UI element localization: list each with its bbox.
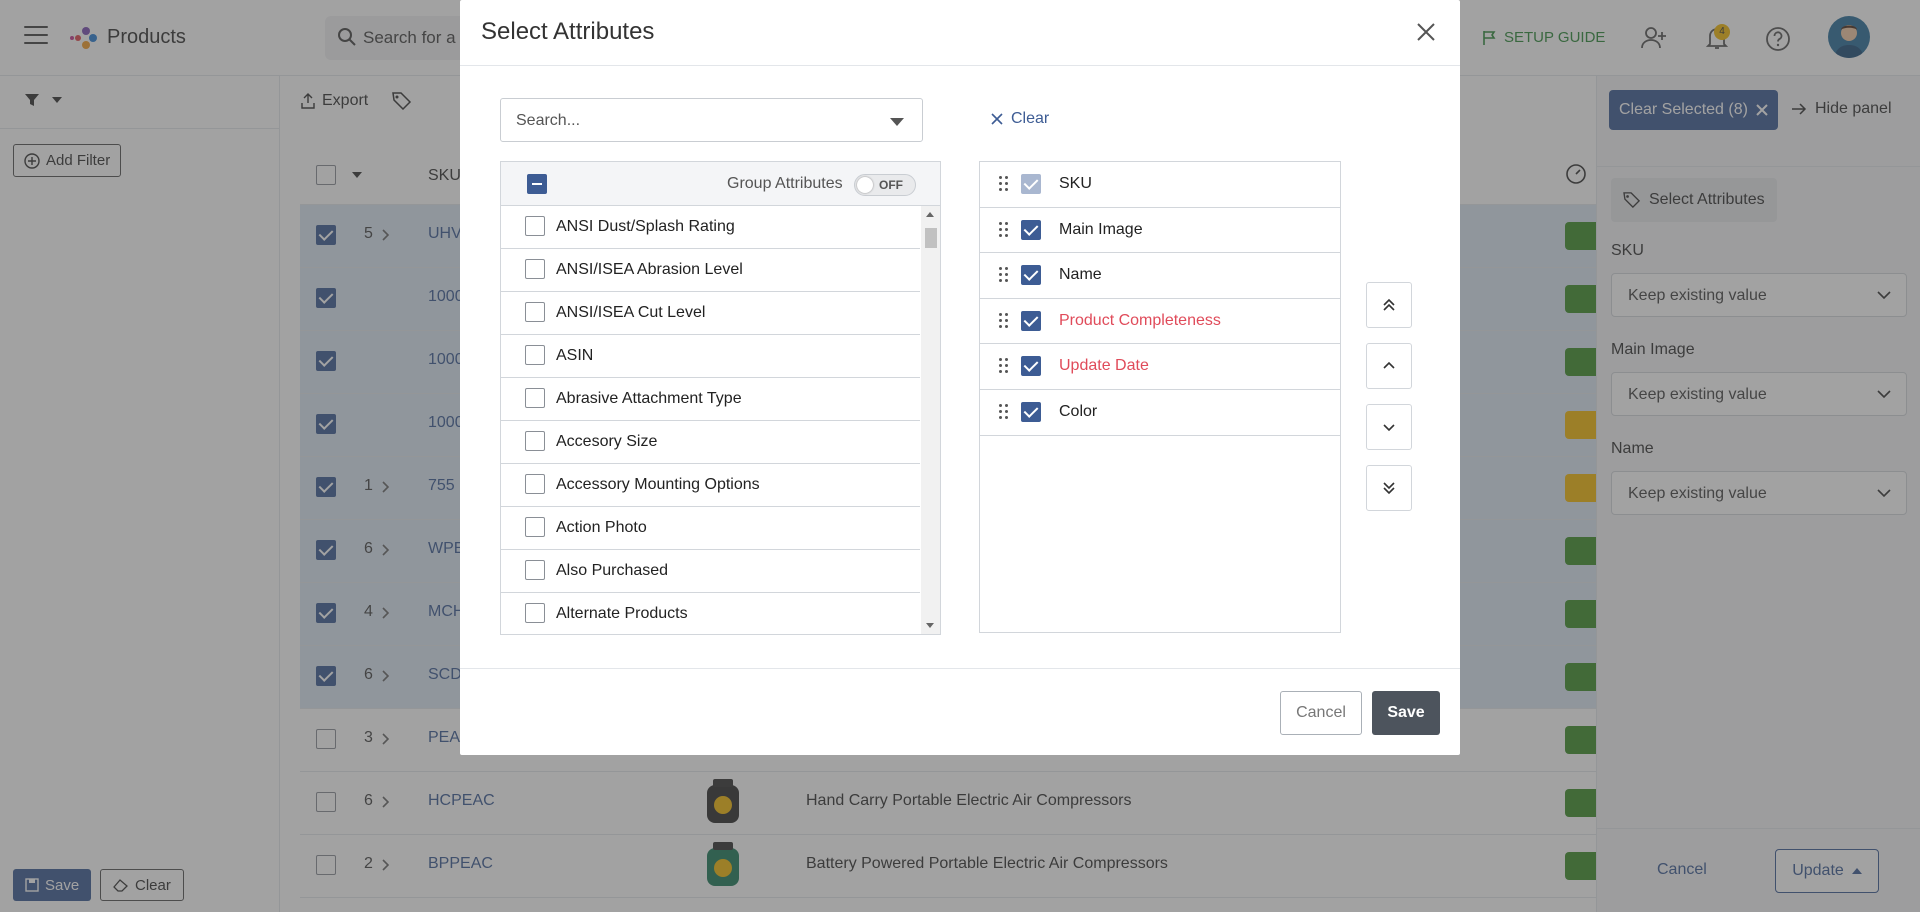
attribute-checkbox[interactable] (525, 560, 545, 580)
double-chevron-down-icon (1383, 482, 1395, 495)
attribute-checkbox[interactable] (525, 302, 545, 322)
attribute-label: Alternate Products (556, 605, 688, 622)
attribute-label: ANSI/ISEA Abrasion Level (556, 261, 743, 278)
scrollbar-thumb[interactable] (925, 228, 937, 248)
available-attribute-item[interactable]: Alternate Products (501, 593, 920, 634)
available-attribute-item[interactable]: Also Purchased (501, 550, 920, 593)
chevron-down-icon (1383, 424, 1395, 432)
attribute-label: Accessory Mounting Options (556, 476, 760, 493)
selected-attribute-checkbox[interactable] (1021, 310, 1041, 331)
select-all-indeterminate-checkbox[interactable] (527, 174, 547, 194)
attribute-search-dropdown[interactable]: Search... (500, 98, 923, 142)
dialog-footer: Cancel Save (460, 668, 1460, 755)
drag-handle-icon[interactable] (999, 221, 1009, 238)
selected-attribute-label: Update Date (1059, 357, 1149, 375)
attribute-checkbox[interactable] (525, 216, 545, 236)
attribute-checkbox[interactable] (525, 431, 545, 451)
available-attribute-item[interactable]: ASIN (501, 335, 920, 378)
attribute-checkbox[interactable] (525, 517, 545, 537)
available-attribute-item[interactable]: ANSI/ISEA Abrasion Level (501, 249, 920, 292)
drag-handle-icon[interactable] (999, 312, 1009, 329)
attribute-label: Also Purchased (556, 562, 669, 579)
attribute-label: ANSI Dust/Splash Rating (556, 218, 735, 235)
attribute-label: Action Photo (556, 519, 647, 536)
selected-attribute-checkbox (1021, 174, 1041, 194)
available-attribute-item[interactable]: Action Photo (501, 507, 920, 550)
move-up-button[interactable] (1366, 343, 1412, 389)
clear-selection-label: Clear (1011, 110, 1050, 127)
attribute-label: ANSI/ISEA Cut Level (556, 304, 706, 321)
dialog-title: Select Attributes (481, 18, 655, 45)
attribute-checkbox[interactable] (525, 603, 545, 623)
attribute-checkbox[interactable] (525, 259, 545, 279)
drag-handle-icon[interactable] (999, 403, 1009, 420)
toggle-state-label: OFF (879, 178, 903, 192)
available-list-header: Group Attributes OFF (501, 162, 940, 206)
available-attributes-list: Group Attributes OFF ANSI Dust/Splash Ra… (500, 161, 941, 635)
move-down-button[interactable] (1366, 404, 1412, 450)
available-attribute-item[interactable]: ANSI Dust/Splash Rating (501, 206, 920, 249)
clear-selection-link[interactable]: Clear (991, 110, 1049, 128)
drag-handle-icon[interactable] (999, 267, 1009, 283)
group-attributes-label: Group Attributes (727, 175, 843, 192)
selected-attribute-label: Color (1059, 402, 1098, 420)
move-to-bottom-button[interactable] (1366, 465, 1412, 511)
selected-attribute-item[interactable]: Main Image (980, 208, 1340, 254)
close-icon (991, 113, 1003, 125)
selected-attribute-item[interactable]: SKU (980, 162, 1340, 208)
available-attribute-item[interactable]: Accessory Mounting Options (501, 464, 920, 507)
selected-attribute-label: SKU (1059, 175, 1092, 192)
attribute-checkbox[interactable] (525, 388, 545, 408)
attribute-search-placeholder: Search... (516, 112, 581, 129)
selected-attribute-label: Name (1059, 266, 1102, 284)
double-chevron-up-icon (1383, 298, 1395, 311)
scrollbar[interactable] (921, 206, 940, 634)
selected-attribute-item[interactable]: Name (980, 253, 1340, 299)
dialog-save-button[interactable]: Save (1372, 691, 1440, 735)
selected-attribute-item[interactable]: Product Completeness (980, 299, 1340, 345)
dialog-header: Select Attributes (460, 0, 1460, 66)
available-attribute-item[interactable]: Abrasive Attachment Type (501, 378, 920, 421)
selected-attributes-list: SKU Main Image Name Product Completeness Upd… (979, 161, 1341, 633)
selected-attribute-label: Main Image (1059, 220, 1143, 238)
drag-handle-icon[interactable] (999, 358, 1009, 374)
scroll-down-arrow[interactable] (926, 623, 934, 628)
move-to-top-button[interactable] (1366, 282, 1412, 328)
selected-attribute-checkbox[interactable] (1021, 265, 1041, 286)
attribute-checkbox[interactable] (525, 474, 545, 494)
dialog-cancel-button[interactable]: Cancel (1280, 691, 1362, 735)
available-attribute-item[interactable]: Accesory Size (501, 421, 920, 464)
select-attributes-dialog: Select Attributes Search... Clear Group … (460, 0, 1460, 755)
attribute-label: ASIN (556, 347, 594, 364)
selected-attribute-item[interactable]: Update Date (980, 344, 1340, 390)
selected-attribute-checkbox[interactable] (1021, 401, 1041, 422)
attribute-label: Accesory Size (556, 433, 658, 450)
caret-down-icon (890, 118, 904, 126)
scroll-up-arrow[interactable] (926, 212, 934, 217)
available-items: ANSI Dust/Splash Rating ANSI/ISEA Abrasio… (501, 206, 920, 634)
available-attribute-item[interactable]: ANSI/ISEA Cut Level (501, 292, 920, 335)
close-icon[interactable] (1416, 22, 1436, 42)
drag-handle-icon[interactable] (999, 176, 1009, 192)
chevron-up-icon (1383, 361, 1395, 369)
selected-attribute-checkbox[interactable] (1021, 356, 1041, 377)
selected-attribute-label: Product Completeness (1059, 311, 1221, 329)
attribute-label: Abrasive Attachment Type (556, 390, 742, 407)
selected-attribute-checkbox[interactable] (1021, 219, 1041, 240)
selected-attribute-item[interactable]: Color (980, 390, 1340, 436)
attribute-checkbox[interactable] (525, 345, 545, 365)
group-attributes-toggle[interactable]: OFF (854, 174, 916, 196)
